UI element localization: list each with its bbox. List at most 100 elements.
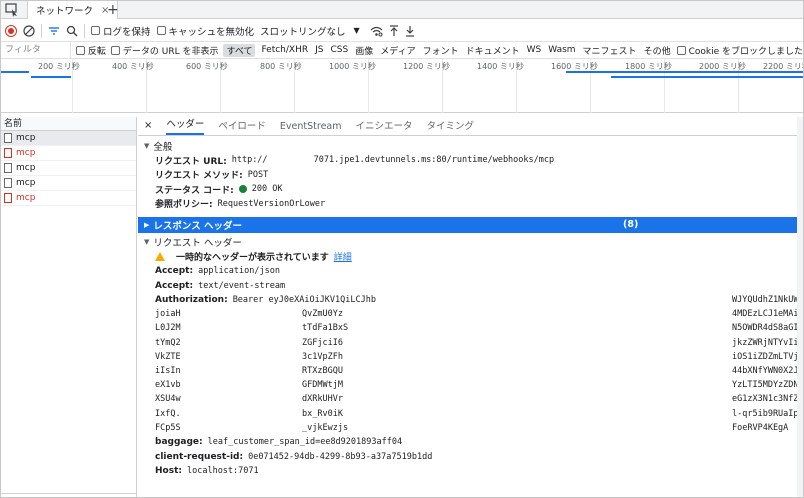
import-har-icon[interactable] bbox=[389, 24, 399, 37]
request-method-row: リクエスト メソッド: POST bbox=[138, 168, 803, 183]
filter-type-font[interactable]: フォント bbox=[422, 44, 460, 57]
filter-type-media[interactable]: メディア bbox=[379, 44, 416, 57]
tab-initiator[interactable]: イニシエータ bbox=[356, 118, 413, 135]
referrer-policy-row: 参照ポリシー: RequestVersionOrLower bbox=[138, 197, 803, 212]
filter-type-other[interactable]: その他 bbox=[643, 44, 672, 57]
tick-label: 1000 ミリ秒 bbox=[329, 62, 376, 71]
token-line: L0J2M tTdFa1BxS N5OWDR4dS8aGI3WC bbox=[138, 321, 803, 335]
timeline-request-bar bbox=[566, 71, 803, 73]
detail-tabs: × ヘッダー ペイロード EventStream イニシエータ タイミング bbox=[138, 117, 803, 136]
token-segment: 44bXNfYWN0X2JdCI bbox=[732, 366, 803, 377]
close-detail-icon[interactable]: × bbox=[144, 120, 152, 131]
header-value: localhost:7071 bbox=[186, 466, 259, 477]
header-value: application/json bbox=[198, 266, 280, 277]
header-key: client-request-id: bbox=[155, 451, 244, 462]
provisional-headers-warning: 一時的なヘッダーが表示されています 詳細 bbox=[138, 249, 803, 264]
toolbar-divider bbox=[41, 23, 42, 38]
blocked-cookies-label: Cookie をブロックしました bbox=[688, 46, 803, 57]
header-value: 0e071452-94db-4299-8b93-a37a7519b1dd bbox=[248, 451, 433, 462]
request-list: 名前 mcp mcp mcp mcp mcp bbox=[1, 117, 137, 497]
general-section-header[interactable]: ▼ 全般 bbox=[138, 139, 803, 153]
filter-type-doc[interactable]: ドキュメント bbox=[465, 44, 521, 57]
filter-type-js[interactable]: JS bbox=[314, 45, 324, 55]
token-segment: l-qr5ib9RUaIpWQ bbox=[732, 408, 804, 419]
request-row[interactable]: mcp bbox=[1, 176, 136, 191]
response-headers-section-header[interactable]: ▶ レスポンス ヘッダー (8) bbox=[138, 217, 803, 233]
request-headers-title: リクエスト ヘッダー bbox=[153, 238, 242, 249]
tab-headers[interactable]: ヘッダー bbox=[166, 116, 205, 135]
token-segment: GFDMWtjM bbox=[302, 380, 343, 391]
invert-checkbox[interactable]: 反転 bbox=[75, 44, 106, 57]
tab-timing[interactable]: タイミング bbox=[427, 118, 475, 135]
token-line: VkZTE 3c1VpZFh iOS1iZDZmLTVjY2Nk bbox=[138, 350, 803, 364]
record-icon[interactable] bbox=[5, 24, 17, 37]
checkbox-box[interactable] bbox=[110, 45, 120, 55]
tick-label: 1200 ミリ秒 bbox=[403, 62, 450, 71]
request-row[interactable]: mcp bbox=[1, 146, 136, 161]
checkbox-box[interactable] bbox=[676, 45, 686, 55]
tab-network[interactable]: ネットワーク × bbox=[27, 1, 119, 19]
throttling-select[interactable]: スロットリングなし ▼ bbox=[260, 24, 360, 38]
checkbox-box[interactable] bbox=[75, 45, 85, 55]
tick-label: 600 ミリ秒 bbox=[186, 62, 228, 71]
add-tab-icon[interactable]: + bbox=[107, 1, 119, 19]
network-toolbar: ログを保持 キャッシュを無効化 スロットリングなし ▼ bbox=[1, 20, 803, 42]
inspect-element-icon[interactable] bbox=[5, 3, 19, 17]
header-key: Authorization: bbox=[155, 295, 228, 306]
hide-data-urls-checkbox[interactable]: データの URL を非表示 bbox=[110, 44, 218, 57]
token-segment: eG1zX3N1c3NfZmN0I bbox=[732, 394, 803, 405]
filter-type-css[interactable]: CSS bbox=[329, 45, 349, 55]
host-row: Host: localhost:7071 bbox=[138, 464, 803, 479]
token-segment: tYmQ2 bbox=[155, 337, 181, 348]
filter-input[interactable]: フィルタ bbox=[1, 42, 71, 58]
name-column-header[interactable]: 名前 bbox=[1, 117, 136, 131]
filter-type-all[interactable]: すべて bbox=[223, 43, 256, 57]
disable-cache-checkbox[interactable]: キャッシュを無効化 bbox=[156, 24, 254, 38]
request-name: mcp bbox=[16, 193, 36, 203]
export-har-icon[interactable] bbox=[405, 25, 415, 37]
preserve-log-checkbox[interactable]: ログを保持 bbox=[91, 24, 151, 38]
toolbar-divider bbox=[84, 23, 85, 38]
document-icon bbox=[4, 178, 12, 188]
request-row[interactable]: mcp bbox=[1, 131, 136, 146]
learn-more-link[interactable]: 詳細 bbox=[334, 250, 352, 263]
filter-type-manifest[interactable]: マニフェスト bbox=[582, 44, 638, 57]
filter-type-img[interactable]: 画像 bbox=[354, 44, 374, 57]
request-name: mcp bbox=[16, 133, 36, 143]
request-row[interactable]: mcp bbox=[1, 161, 136, 176]
timeline-overview[interactable]: 200 ミリ秒 400 ミリ秒 600 ミリ秒 800 ミリ秒 1000 ミリ秒… bbox=[1, 59, 803, 113]
token-line: IxfQ. bx_Rv0iK l-qr5ib9RUaIpWQ bbox=[138, 407, 803, 421]
token-line: XSU4w dXRkUHVr eG1zX3N1c3NfZmN0I bbox=[138, 392, 803, 406]
token-segment: 3c1VpZFh bbox=[302, 351, 343, 362]
search-icon[interactable] bbox=[66, 25, 78, 37]
filter-icon[interactable] bbox=[48, 25, 60, 37]
status-code-row: ステータス コード: 200 OK bbox=[138, 182, 803, 197]
warning-text: 一時的なヘッダーが表示されています bbox=[176, 253, 329, 263]
request-name: mcp bbox=[16, 148, 36, 158]
filter-type-ws[interactable]: WS bbox=[526, 45, 543, 55]
checkbox-box[interactable] bbox=[91, 26, 100, 35]
response-headers-title: レスポンス ヘッダー bbox=[153, 221, 243, 232]
filter-type-fetch-xhr[interactable]: Fetch/XHR bbox=[260, 45, 309, 55]
token-segment: dXRkUHVr bbox=[302, 394, 343, 405]
token-segment: iOS1iZDZmLTVjY2Nk bbox=[732, 351, 803, 362]
authorization-row: Authorization: Bearer eyJ0eXAiOiJKV1QiLC… bbox=[138, 293, 803, 307]
token-segment: YzLTI5MDYzZDNjYj bbox=[732, 380, 803, 391]
detail-scrollbar[interactable] bbox=[797, 117, 803, 497]
request-headers-section-header[interactable]: ▼ リクエスト ヘッダー bbox=[138, 235, 803, 249]
triangle-down-icon: ▼ bbox=[144, 142, 150, 150]
filter-bar: フィルタ 反転 データの URL を非表示 すべて Fetch/XHR JS C… bbox=[1, 42, 803, 59]
request-url-row: リクエスト URL: http:// 7071.jpe1.devtunnels.… bbox=[138, 153, 803, 168]
tick-label: 200 ミリ秒 bbox=[38, 62, 80, 71]
request-row[interactable]: mcp bbox=[1, 191, 136, 206]
tab-eventstream[interactable]: EventStream bbox=[280, 121, 342, 135]
token-segment: tTdFa1BxS bbox=[302, 323, 349, 334]
clear-icon[interactable] bbox=[23, 24, 35, 37]
network-conditions-icon[interactable] bbox=[370, 25, 383, 37]
document-icon bbox=[4, 163, 12, 173]
tab-payload[interactable]: ペイロード bbox=[218, 118, 266, 135]
checkbox-box[interactable] bbox=[156, 26, 166, 35]
filter-type-wasm[interactable]: Wasm bbox=[547, 45, 576, 55]
blocked-cookies-checkbox[interactable]: Cookie をブロックしました bbox=[676, 44, 803, 57]
token-segment: IxfQ. bbox=[155, 408, 181, 419]
